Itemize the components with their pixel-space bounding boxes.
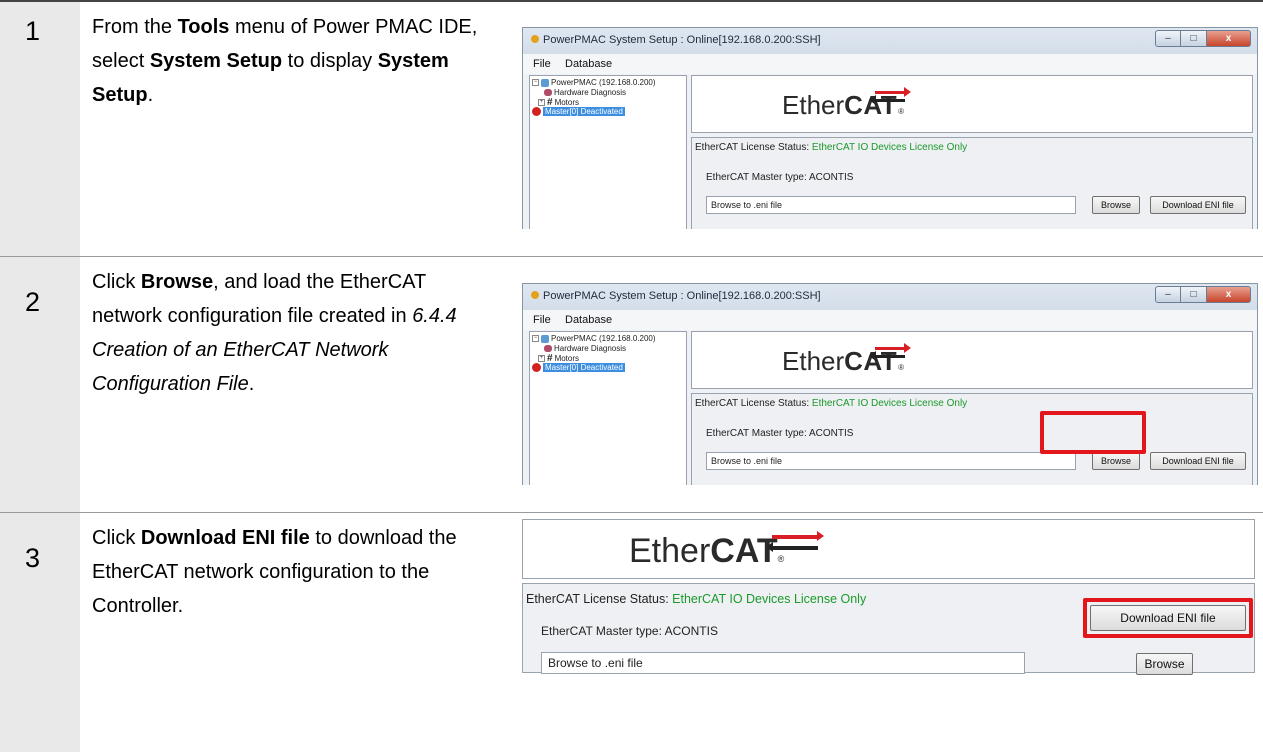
window-controls: – □ x [1155, 30, 1251, 47]
license-status: EtherCAT License Status: EtherCAT IO Dev… [526, 592, 867, 606]
window-title: PowerPMAC System Setup : Online[192.168.… [531, 290, 821, 302]
expand-icon[interactable]: + [538, 99, 545, 106]
menu-bar: File Database [523, 310, 1257, 330]
step-number-column: 1 [0, 2, 80, 256]
close-button[interactable]: x [1207, 286, 1251, 303]
system-setup-term: System Setup [149, 50, 283, 72]
window-title: PowerPMAC System Setup : Online[192.168.… [531, 34, 821, 46]
expand-icon[interactable]: + [538, 355, 545, 362]
master-icon [532, 363, 541, 372]
close-button[interactable]: x [1207, 30, 1251, 47]
minimize-button[interactable]: – [1155, 286, 1181, 303]
master-type: EtherCAT Master type: ACONTIS [706, 428, 854, 439]
app-icon [531, 35, 539, 43]
tree-item-hardware-diagnosis[interactable]: Hardware Diagnosis [544, 88, 626, 97]
ethercat-logo-box: Ether CAT ® [691, 331, 1253, 389]
step-number: 1 [25, 16, 41, 46]
license-status: EtherCAT License Status: EtherCAT IO Dev… [695, 398, 968, 409]
tree-item-powerpmac[interactable]: − PowerPMAC (192.168.0.200) [532, 334, 656, 343]
system-setup-window: PowerPMAC System Setup : Online[192.168.… [522, 27, 1258, 229]
step-3-instruction: Click Download ENI file to download the … [92, 527, 457, 617]
master-type: EtherCAT Master type: ACONTIS [541, 624, 718, 638]
eni-file-path-input[interactable] [706, 196, 1076, 214]
license-status: EtherCAT License Status: EtherCAT IO Dev… [695, 142, 968, 153]
browse-term: Browse [140, 271, 214, 293]
menu-file[interactable]: File [533, 58, 551, 70]
menu-file[interactable]: File [533, 314, 551, 326]
step-1-instruction: From the Tools menu of Power PMAC IDE, s… [92, 16, 478, 106]
network-icon [541, 78, 549, 87]
window-controls: – □ x [1155, 286, 1251, 303]
menu-bar: File Database [523, 54, 1257, 74]
device-tree: − PowerPMAC (192.168.0.200) Hardware Diag… [529, 75, 687, 229]
minimize-button[interactable]: – [1155, 30, 1181, 47]
collapse-icon[interactable]: − [532, 335, 539, 342]
ethercat-logo-box: Ether CAT ® [522, 519, 1255, 579]
tree-item-master[interactable]: Master[0] Deactivated [532, 107, 625, 116]
ethercat-arrows-icon [869, 87, 911, 106]
step-number-column: 2 [0, 257, 80, 512]
ethercat-panel: Ether CAT ® EtherCAT License Status: Ether… [691, 331, 1253, 485]
download-eni-button[interactable]: Download ENI file [1150, 196, 1246, 214]
diagnosis-icon [544, 89, 552, 96]
system-setup-window: PowerPMAC System Setup : Online[192.168.… [522, 283, 1258, 485]
tree-item-hardware-diagnosis[interactable]: Hardware Diagnosis [544, 344, 626, 353]
master-icon [532, 107, 541, 116]
ethercat-arrows-icon [766, 531, 824, 554]
step-2-instruction: Click Browse, and load the EtherCAT netw… [92, 271, 457, 395]
ethercat-logo-box: Ether CAT ® [691, 75, 1253, 133]
diagnosis-icon [544, 345, 552, 352]
tree-item-powerpmac[interactable]: − PowerPMAC (192.168.0.200) [532, 78, 656, 87]
eni-file-path-input[interactable] [541, 652, 1025, 674]
ethercat-panel: Ether CAT ® EtherCAT License Status: Ether… [691, 75, 1253, 229]
download-highlight-box [1083, 598, 1253, 638]
ethercat-logo: Ether CAT ® [629, 532, 785, 570]
download-eni-button[interactable]: Download ENI file [1150, 452, 1246, 470]
app-icon [531, 291, 539, 299]
browse-button[interactable]: Browse [1092, 452, 1140, 470]
tree-item-master[interactable]: Master[0] Deactivated [532, 363, 625, 372]
eni-file-path-input[interactable] [706, 452, 1076, 470]
browse-highlight-box [1040, 411, 1146, 454]
ethercat-arrows-icon [869, 343, 911, 362]
master-type: EtherCAT Master type: ACONTIS [706, 172, 854, 183]
browse-button[interactable]: Browse [1136, 653, 1193, 675]
network-icon [541, 334, 549, 343]
step-number: 3 [25, 543, 41, 573]
collapse-icon[interactable]: − [532, 79, 539, 86]
maximize-button[interactable]: □ [1181, 286, 1207, 303]
maximize-button[interactable]: □ [1181, 30, 1207, 47]
license-status-box: EtherCAT License Status: EtherCAT IO Dev… [691, 393, 1253, 485]
step-number-column: 3 [0, 513, 80, 752]
menu-database[interactable]: Database [565, 58, 612, 70]
menu-database[interactable]: Database [565, 314, 612, 326]
tools-menu-term: Tools [177, 16, 230, 38]
license-status-box: EtherCAT License Status: EtherCAT IO Dev… [691, 137, 1253, 229]
device-tree: − PowerPMAC (192.168.0.200) Hardware Diag… [529, 331, 687, 485]
browse-button[interactable]: Browse [1092, 196, 1140, 214]
step-number: 2 [25, 287, 41, 317]
download-eni-term: Download ENI file [140, 527, 310, 549]
